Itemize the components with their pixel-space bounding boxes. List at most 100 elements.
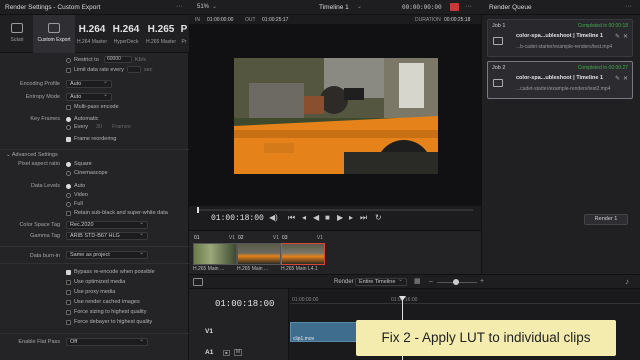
clip-codec: H.265 Main ... <box>237 266 269 272</box>
zoom-select[interactable]: 51% <box>197 4 209 10</box>
encoding-profile-select[interactable]: Auto <box>66 79 112 88</box>
key-automatic-radio[interactable] <box>66 117 71 122</box>
retain-checkbox[interactable] <box>66 211 71 216</box>
scrubber-track[interactable] <box>197 207 473 213</box>
track-lock-icon[interactable]: ■ <box>223 350 230 356</box>
entropy-mode-select[interactable]: Auto <box>66 92 112 101</box>
chevron-down-icon[interactable]: ⌄ <box>212 3 217 10</box>
clip-codec: H.265 Main L4.1 <box>281 266 318 272</box>
gamma-select[interactable]: ARIB STD-B67 HLG <box>66 231 148 240</box>
record-flag-icon[interactable] <box>450 3 459 11</box>
clip-thumbnail[interactable]: 02 V1 H.265 Main ... <box>237 235 281 272</box>
levels-video-label: Video <box>74 192 88 198</box>
section-divider <box>0 333 189 334</box>
data-levels-label: Data Levels <box>30 183 60 189</box>
play-icon[interactable]: ▶ <box>337 213 343 222</box>
zoom-in-icon[interactable]: + <box>480 278 484 285</box>
more-options-icon[interactable]: ··· <box>176 3 183 10</box>
timeline-icon <box>493 37 503 45</box>
force-debayer-checkbox[interactable] <box>66 320 71 325</box>
preset-hyperdeck[interactable]: H.264 HyperDeck <box>109 15 143 53</box>
more-options-icon[interactable]: ··· <box>625 3 632 10</box>
timeline-name[interactable]: Timeline 1 <box>319 4 349 11</box>
multipass-checkbox[interactable] <box>66 105 71 110</box>
levels-auto-label: Auto <box>74 183 86 189</box>
render-job-1[interactable]: Job 1 Completed in 00:00:18 color-spa...… <box>487 19 633 57</box>
key-automatic-label: Automatic <box>74 116 99 122</box>
preset-partial[interactable]: P Pr <box>179 15 189 53</box>
pixel-cinemascope-radio[interactable] <box>66 171 71 176</box>
zoom-out-icon[interactable]: – <box>429 278 433 285</box>
pixel-square-radio[interactable] <box>66 162 71 167</box>
entropy-mode-label: Entropy Mode <box>25 94 60 100</box>
close-icon[interactable]: ✕ <box>623 33 628 40</box>
edit-icon[interactable]: ✎ <box>615 33 620 40</box>
bypass-reencode-label: Bypass re-encode when possible <box>74 269 155 275</box>
force-sizing-checkbox[interactable] <box>66 310 71 315</box>
render-range-select[interactable]: Entire Timeline <box>355 277 407 286</box>
advanced-settings-toggle[interactable]: ⌄ Advanced Settings <box>6 152 58 158</box>
timeline-toolbar: Render Entire Timeline ▦ – + ♪ <box>189 274 640 289</box>
proxy-media-checkbox[interactable] <box>66 290 71 295</box>
more-options-icon[interactable]: ··· <box>465 3 472 10</box>
color-space-label: Color Space Tag <box>19 222 60 228</box>
levels-video-radio[interactable] <box>66 193 71 198</box>
key-every-label: Every <box>74 124 89 130</box>
preset-codec: H.264 <box>78 24 106 35</box>
clip-thumbnail[interactable]: 01 V1 H.265 Main ... <box>193 235 237 272</box>
timeline-ruler[interactable]: 01:00:00:00 01:00:16:00 <box>290 296 640 304</box>
preset-sutari[interactable]: Sutari <box>2 15 32 53</box>
color-space-select[interactable]: Rec.2020 <box>66 220 148 229</box>
clip-thumbnail-image <box>193 243 237 265</box>
job-path: ...b-cadet-starter/example-renders/test.… <box>516 44 613 50</box>
preset-custom-export[interactable]: Custom Export <box>33 15 75 53</box>
step-back-icon[interactable]: ◂ <box>302 213 306 222</box>
timeline-timecode: 01:00:18:00 <box>215 299 275 309</box>
levels-full-radio[interactable] <box>66 202 71 207</box>
render-settings-header: Render Settings - Custom Export ··· <box>0 0 189 15</box>
close-icon[interactable]: ✕ <box>623 75 628 82</box>
flat-pass-select[interactable]: Off <box>66 337 148 346</box>
restrict-radio[interactable] <box>66 58 71 63</box>
render-cached-checkbox[interactable] <box>66 300 71 305</box>
loop-icon[interactable]: ↻ <box>375 213 382 222</box>
stop-icon[interactable]: ■ <box>325 213 330 222</box>
play-reverse-icon[interactable]: ◀ <box>313 213 319 222</box>
optimized-media-checkbox[interactable] <box>66 280 71 285</box>
audio-meter-icon[interactable]: ♪ <box>625 277 629 286</box>
timeline-options-icon[interactable]: ▦ <box>414 277 421 285</box>
timeline-view-icon[interactable] <box>193 278 203 286</box>
settings-list: Restrict to 60000 Kb/s Limit data rate e… <box>0 53 189 360</box>
limit-checkbox[interactable] <box>66 68 71 73</box>
edit-icon[interactable]: ✎ <box>615 75 620 82</box>
render-button[interactable]: Render 1 <box>584 214 628 225</box>
limit-value-field[interactable] <box>127 66 141 73</box>
restrict-value-field[interactable]: 60000 <box>104 56 132 63</box>
zoom-slider-handle[interactable] <box>453 279 459 285</box>
track-mute-button[interactable]: M <box>234 349 242 356</box>
levels-auto-radio[interactable] <box>66 184 71 189</box>
clip-track: V1 <box>272 235 279 241</box>
preset-h265-master[interactable]: H.265 H.265 Master <box>144 15 178 53</box>
clip-thumbnail-selected[interactable]: 03 V1 H.265 Main L4.1 <box>281 235 325 272</box>
clip-number: 01 <box>194 235 200 241</box>
data-burnin-select[interactable]: Same as project <box>66 250 148 259</box>
scrubber-handle[interactable] <box>197 207 199 213</box>
viewer-toolbar: 51% ⌄ Timeline 1 ⌄ 00:00:00:00 ··· <box>189 0 481 15</box>
frame-reordering-checkbox[interactable] <box>66 137 71 142</box>
clip-thumbnail-image <box>281 243 325 265</box>
step-forward-icon[interactable]: ▸ <box>349 213 353 222</box>
multipass-label: Multi-pass encode <box>74 104 119 110</box>
skip-start-icon[interactable]: ⏮ <box>288 213 295 223</box>
job-title: Job 2 <box>492 65 506 71</box>
key-every-radio[interactable] <box>66 125 71 130</box>
chevron-down-icon[interactable]: ⌄ <box>357 3 362 10</box>
key-every-value[interactable]: 30 <box>96 124 102 130</box>
skip-end-icon[interactable]: ⏭ <box>360 213 367 223</box>
video-frame-image <box>234 58 438 174</box>
speaker-icon[interactable]: ◀) <box>269 213 278 222</box>
preset-h264-master[interactable]: H.264 H.264 Master <box>76 15 108 53</box>
section-divider <box>0 263 189 264</box>
bypass-reencode-checkbox[interactable] <box>66 270 71 275</box>
render-job-2[interactable]: Job 2 Completed in 00:00:27 color-spa...… <box>487 61 633 99</box>
